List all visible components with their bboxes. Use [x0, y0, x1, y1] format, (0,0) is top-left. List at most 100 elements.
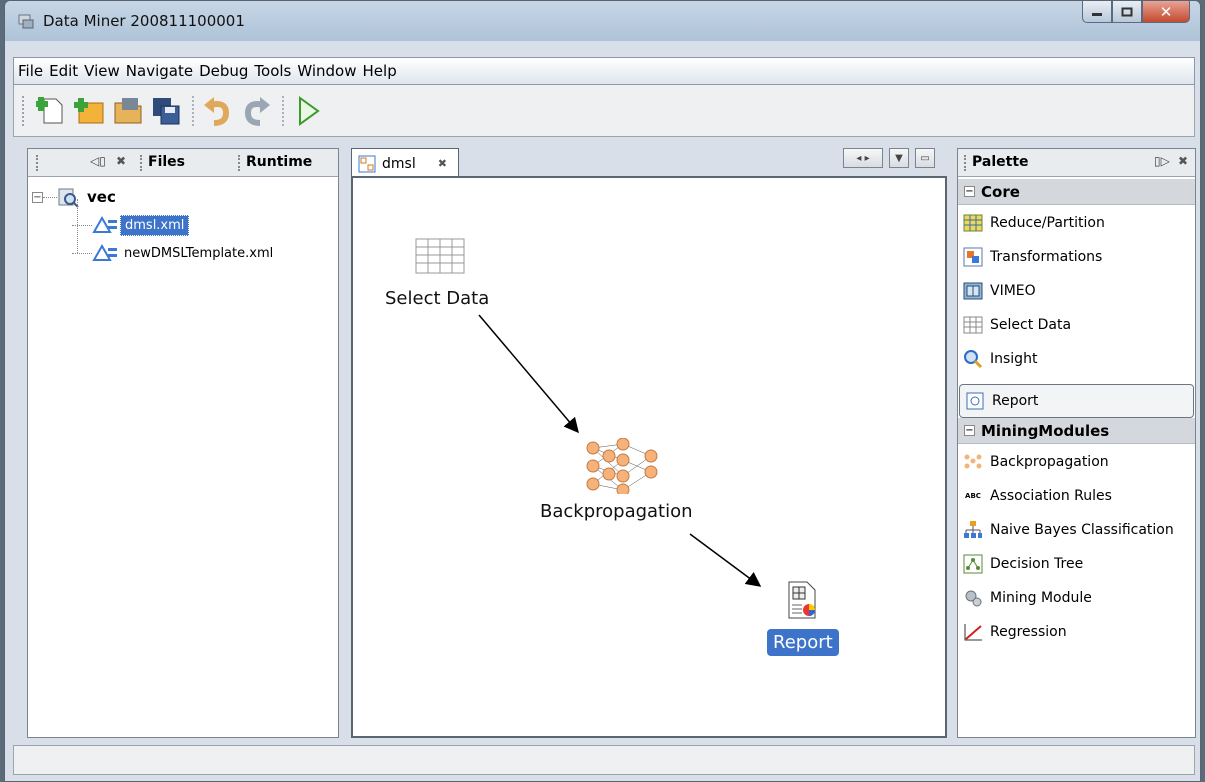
magnifier-icon — [962, 348, 984, 370]
tab-files[interactable]: Files — [148, 154, 185, 170]
editor-tab-label: dmsl — [382, 155, 416, 172]
title-bar: Data Miner 200811100001 ✕ — [5, 1, 1200, 41]
palette-item-report[interactable]: Report — [959, 384, 1194, 418]
select-data-node-label[interactable]: Select Data — [385, 288, 489, 309]
undo-button[interactable] — [200, 93, 236, 129]
edge-select-to-backprop — [478, 314, 579, 434]
menu-navigate[interactable]: Navigate — [126, 62, 193, 80]
menu-tools[interactable]: Tools — [254, 62, 291, 80]
palette-item-label: Regression — [990, 624, 1067, 640]
gear-icon — [962, 587, 984, 609]
file-tree: − vec dmsl.xml newDMSLTemplate.xml — [32, 183, 273, 267]
tab-grip — [238, 155, 242, 171]
palette-item-transformations[interactable]: Transformations — [958, 240, 1195, 274]
palette-item-regression[interactable]: Regression — [958, 615, 1195, 649]
toolbar-grip[interactable] — [22, 95, 28, 126]
close-tab-icon[interactable]: ✖ — [438, 157, 447, 170]
palette-section-core[interactable]: − Core — [958, 179, 1195, 205]
report-node-label[interactable]: Report — [767, 629, 839, 656]
toolbar-separator — [282, 95, 284, 126]
panel-grip[interactable] — [964, 155, 968, 171]
redo-button[interactable] — [238, 93, 274, 129]
report-icon — [964, 390, 986, 412]
menu-help[interactable]: Help — [363, 62, 397, 80]
menu-edit[interactable]: Edit — [49, 62, 78, 80]
menu-window[interactable]: Window — [297, 62, 356, 80]
diagram-icon — [358, 155, 376, 172]
regression-icon — [962, 621, 984, 643]
association-rules-icon: ABC — [965, 492, 981, 500]
palette-item-decision-tree[interactable]: Decision Tree — [958, 547, 1195, 581]
close-panel-icon[interactable]: ✖ — [1178, 154, 1188, 168]
palette-item-reduce-partition[interactable]: Reduce/Partition — [958, 206, 1195, 240]
new-project-icon — [74, 97, 104, 123]
select-data-node-icon — [415, 238, 465, 274]
file-label: newDMSLTemplate.xml — [124, 245, 274, 261]
section-label: MiningModules — [981, 421, 1110, 440]
folder-icon — [114, 97, 142, 123]
project-icon — [58, 188, 79, 208]
open-project-button[interactable] — [110, 93, 146, 129]
window-title: Data Miner 200811100001 — [43, 12, 245, 30]
palette-item-label: Backpropagation — [990, 454, 1109, 470]
editor-tab-dmsl[interactable]: dmsl ✖ — [351, 148, 459, 178]
palette-item-label: Insight — [990, 351, 1038, 367]
menu-view[interactable]: View — [84, 62, 120, 80]
minimize-button[interactable] — [1082, 1, 1112, 23]
palette-section-mining-modules[interactable]: − MiningModules — [958, 418, 1195, 444]
close-panel-icon[interactable]: ✖ — [116, 154, 126, 168]
toolbar — [13, 85, 1195, 137]
close-icon: ✕ — [1159, 2, 1173, 21]
palette-item-vimeo[interactable]: VIMEO — [958, 274, 1195, 308]
minimize-panel-icon[interactable]: ▯▷ — [1154, 154, 1170, 168]
palette-header: Palette ▯▷ ✖ — [958, 149, 1195, 177]
collapse-icon[interactable]: − — [964, 425, 975, 436]
report-node-icon — [788, 581, 816, 619]
neural-network-icon — [586, 438, 658, 494]
tree-file-item[interactable]: newDMSLTemplate.xml — [32, 225, 274, 267]
palette-item-label: Association Rules — [990, 488, 1112, 504]
chevron-down-icon: ▼ — [895, 152, 903, 164]
maximize-button[interactable] — [1112, 1, 1142, 23]
palette-item-label: Decision Tree — [990, 556, 1084, 572]
panel-grip[interactable] — [36, 155, 40, 171]
run-button[interactable] — [290, 93, 326, 129]
new-file-icon — [36, 96, 63, 123]
palette-item-mining-module[interactable]: Mining Module — [958, 581, 1195, 615]
tab-runtime[interactable]: Runtime — [246, 154, 312, 170]
partition-icon — [962, 212, 984, 234]
palette-item-label: VIMEO — [990, 283, 1036, 299]
restore-icon: ▭ — [920, 152, 930, 164]
menu-file[interactable]: File — [18, 62, 43, 80]
palette-item-select-data[interactable]: Select Data — [958, 308, 1195, 342]
palette-item-insight[interactable]: Insight — [958, 342, 1195, 376]
palette-item-label: Transformations — [990, 249, 1103, 265]
tab-list-button[interactable]: ▼ — [889, 148, 909, 168]
collapse-icon[interactable]: − — [964, 186, 975, 197]
palette-item-label: Reduce/Partition — [990, 215, 1105, 231]
collapse-icon[interactable]: − — [32, 191, 43, 203]
app-window: Data Miner 200811100001 ✕ File Edit View… — [4, 0, 1201, 782]
palette-item-naive-bayes[interactable]: Naive Bayes Classification — [958, 513, 1195, 547]
tree-file-item[interactable]: dmsl.xml — [32, 199, 273, 239]
dmsl-file-icon — [92, 244, 117, 261]
backpropagation-node-label[interactable]: Backpropagation — [540, 501, 693, 522]
new-project-button[interactable] — [72, 93, 108, 129]
save-all-button[interactable] — [148, 93, 184, 129]
palette-item-label: Select Data — [990, 317, 1072, 333]
maximize-icon — [1121, 7, 1133, 16]
minimize-panel-icon[interactable]: ◁▯ — [90, 154, 106, 168]
menu-debug[interactable]: Debug — [199, 62, 248, 80]
tree-root[interactable]: − vec — [32, 183, 273, 211]
app-icon — [18, 14, 34, 29]
play-icon — [299, 95, 320, 126]
workflow-canvas[interactable]: Select Data Backpropagation Report — [351, 176, 947, 738]
close-button[interactable]: ✕ — [1142, 1, 1190, 23]
tab-scroll-buttons[interactable]: ◂ ▸ — [843, 148, 883, 168]
palette-title: Palette — [972, 154, 1029, 170]
restore-window-button[interactable]: ▭ — [915, 148, 935, 168]
new-file-button[interactable] — [34, 93, 70, 129]
palette-item-association-rules[interactable]: ABC Association Rules — [958, 479, 1195, 513]
palette-item-backpropagation[interactable]: Backpropagation — [958, 445, 1195, 479]
palette-panel: Palette ▯▷ ✖ − Core Reduce/Partition Tra… — [957, 148, 1196, 738]
